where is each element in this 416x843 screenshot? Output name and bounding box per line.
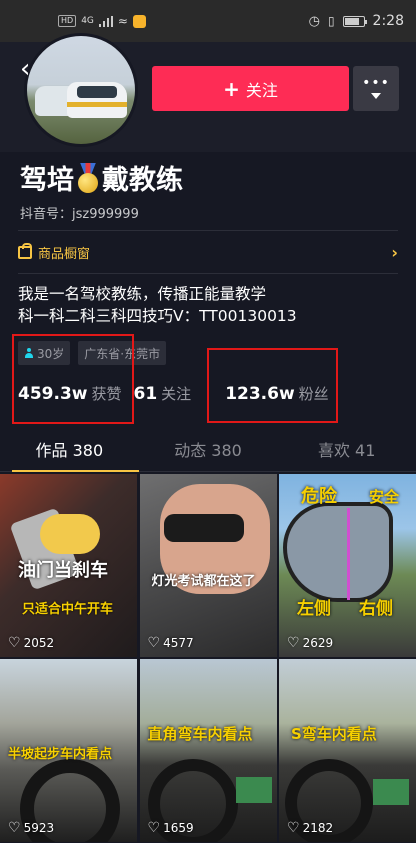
video-caption: S弯车内看点: [291, 725, 377, 743]
like-count: ♡ 2182: [287, 820, 333, 836]
more-options-button[interactable]: •••: [353, 66, 399, 111]
video-subcaption: 只适合中午开车: [22, 602, 114, 617]
following-label[interactable]: 关注: [161, 383, 191, 404]
heart-icon: ♡: [147, 635, 161, 651]
video-caption-left: 左侧: [297, 599, 331, 619]
dashboard-screen: [235, 777, 272, 803]
like-count: ♡ 2052: [8, 635, 54, 651]
back-icon[interactable]: ‹: [20, 56, 30, 82]
video-grid: 油门当刹车 只适合中午开车 ♡ 2052 灯光考试都在这了 ♡ 4577 危险 安全…: [0, 474, 416, 842]
video-caption: 直角弯车内看点: [147, 725, 253, 743]
heart-icon: ♡: [8, 635, 21, 651]
video-thumbnail[interactable]: 半坡起步车内看点 ♡ 5923: [0, 659, 137, 842]
plus-icon: +: [223, 76, 240, 101]
video-caption-danger: 危险: [301, 486, 337, 507]
video-thumbnail[interactable]: 灯光考试都在这了 ♡ 4577: [139, 474, 277, 657]
alarm-icon: ◷: [308, 13, 320, 29]
battery-icon: [342, 15, 367, 27]
video-thumbnail[interactable]: 危险 安全 左侧 右侧 ♡ 2629: [279, 474, 416, 657]
medal-icon: [76, 162, 100, 193]
mirror-graphic: [283, 502, 393, 602]
profile-name-part2: 戴教练: [102, 165, 183, 196]
divider: [18, 230, 398, 231]
shoe-graphic: [40, 514, 100, 554]
heart-icon: ♡: [287, 635, 300, 651]
follow-button[interactable]: + 关注: [152, 66, 349, 111]
tab-works[interactable]: 作品 380: [0, 432, 139, 472]
bio-line-1: 我是一名驾校教练，传播正能量教学: [18, 285, 267, 303]
video-caption: 灯光考试都在这了: [151, 574, 256, 589]
like-count-value: 2629: [302, 636, 334, 650]
highlight-box-age-likes: [12, 334, 134, 424]
douyin-id: 抖音号：jsz999999: [20, 207, 139, 222]
app-notification-icon: [132, 14, 146, 28]
video-caption: 油门当刹车: [18, 560, 108, 581]
video-caption: 半坡起步车内看点: [8, 747, 113, 762]
dropdown-triangle-icon: [371, 92, 381, 99]
car-window: [77, 86, 117, 98]
shop-window-link[interactable]: 商品橱窗 ›: [18, 240, 398, 264]
following-count[interactable]: 61: [134, 384, 158, 404]
hd-indicator: HD: [58, 15, 77, 27]
like-count-value: 2182: [302, 821, 334, 835]
stalk-graphic: [163, 514, 244, 542]
vibrate-icon: ▯: [327, 14, 335, 28]
bio-line-2: 科一科二科三科四技巧V：TT00130013: [18, 307, 297, 325]
clock: 2:28: [372, 13, 404, 29]
video-caption-safe: 安全: [369, 488, 400, 506]
like-count: ♡ 1659: [148, 820, 194, 836]
like-count-value: 5923: [23, 821, 55, 835]
video-thumbnail[interactable]: S弯车内看点 ♡ 2182: [279, 659, 416, 842]
more-dots-icon: •••: [362, 74, 390, 91]
video-caption-right: 右侧: [359, 599, 393, 619]
heart-icon: ♡: [147, 820, 161, 836]
shopping-bag-icon: [18, 242, 32, 259]
like-count: ♡ 4577: [148, 635, 194, 651]
highlight-box-fans: [207, 348, 338, 423]
heart-icon: ♡: [8, 820, 21, 836]
bio: 我是一名驾校教练，传播正能量教学 科一科二科三科四技巧V：TT00130013: [18, 283, 297, 327]
tab-activity[interactable]: 动态 380: [139, 432, 278, 471]
chevron-right-icon: ›: [391, 242, 398, 262]
video-thumbnail[interactable]: 直角弯车内看点 ♡ 1659: [139, 659, 277, 842]
tab-likes[interactable]: 喜欢 41: [277, 432, 416, 471]
video-thumbnail[interactable]: 油门当刹车 只适合中午开车 ♡ 2052: [0, 474, 137, 657]
wifi-icon: ≈: [117, 14, 128, 28]
profile-name-part1: 驾培: [20, 165, 74, 196]
divider: [18, 273, 398, 274]
network-indicator: 4G: [81, 16, 94, 26]
content-tabs: 作品 380 动态 380 喜欢 41: [0, 432, 416, 472]
like-count: ♡ 5923: [8, 820, 54, 836]
heart-icon: ♡: [287, 820, 300, 836]
signal-icon: [98, 15, 113, 27]
like-count-value: 2052: [23, 636, 55, 650]
like-count: ♡ 2629: [287, 635, 333, 651]
follow-label: 关注: [245, 80, 278, 100]
like-count-value: 1659: [163, 821, 194, 835]
shop-label: 商品橱窗: [38, 246, 91, 262]
dashboard-screen: [373, 779, 409, 805]
profile-name: 驾培 戴教练: [20, 158, 183, 197]
car-stripe: [67, 102, 127, 107]
like-count-value: 4577: [163, 636, 194, 650]
guide-line: [347, 508, 350, 600]
avatar[interactable]: [24, 33, 138, 147]
